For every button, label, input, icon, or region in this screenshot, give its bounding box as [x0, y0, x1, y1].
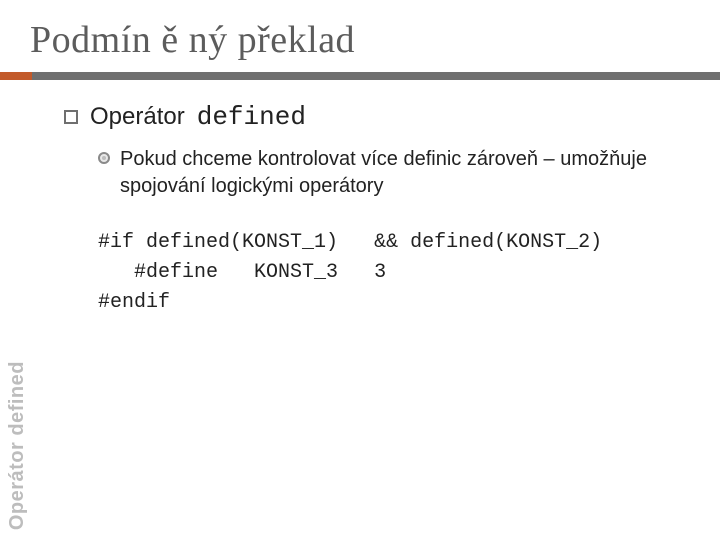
page-title: Podmín ě ný překlad	[0, 0, 720, 72]
divider-accent	[0, 72, 32, 80]
divider	[0, 72, 720, 80]
circle-bullet-icon	[98, 152, 110, 164]
sub-bullet-text: Pokud chceme kontrolovat více definic zá…	[120, 146, 690, 200]
code-line-1b: && defined(KONST_2)	[374, 231, 602, 254]
sidebar-label: Operátor defined	[6, 361, 29, 530]
section-heading: Operátor defined	[64, 102, 690, 132]
square-bullet-icon	[64, 110, 78, 124]
sub-bullet-row: Pokud chceme kontrolovat více definic zá…	[64, 132, 690, 200]
code-line-2a: #define	[134, 261, 218, 284]
divider-rest	[32, 72, 720, 80]
code-block: #if defined(KONST_1) && defined(KONST_2)…	[64, 200, 690, 318]
heading-text: Operátor	[90, 103, 185, 131]
code-line-2c: 3	[374, 261, 386, 284]
heading-code: defined	[197, 102, 306, 132]
code-line-3: #endif	[98, 291, 170, 314]
code-line-1a: #if defined(KONST_1)	[98, 231, 338, 254]
content-area: Operátor defined Pokud chceme kontrolova…	[0, 80, 720, 318]
code-line-2b: KONST_3	[254, 261, 338, 284]
